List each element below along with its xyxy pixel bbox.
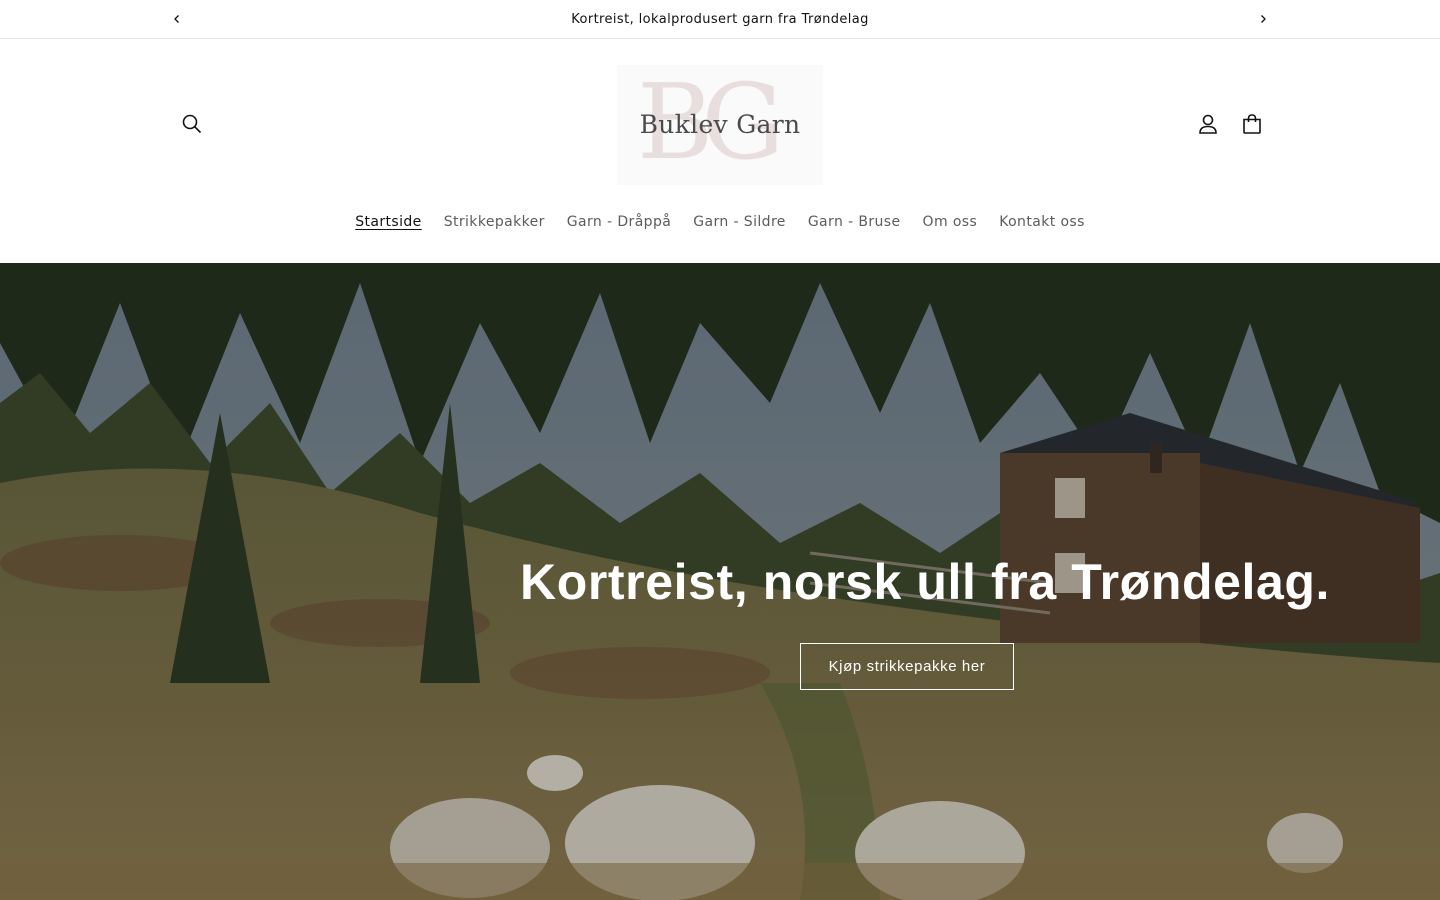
nav-item-garn-sildre[interactable]: Garn - Sildre bbox=[682, 214, 797, 230]
nav-item-garn-drappa[interactable]: Garn - Dråppå bbox=[556, 214, 682, 230]
hero-heading: Kortreist, norsk ull fra Trøndelag. bbox=[520, 554, 1331, 610]
nav-item-kontakt-oss[interactable]: Kontakt oss bbox=[988, 214, 1096, 230]
announcement-prev-button[interactable] bbox=[167, 9, 187, 29]
chevron-left-icon bbox=[174, 15, 179, 23]
logo-link[interactable]: BG Buklev Garn bbox=[617, 65, 823, 185]
search-icon bbox=[182, 114, 202, 134]
announcement-next-button[interactable] bbox=[1253, 9, 1273, 29]
nav-item-strikkepakker[interactable]: Strikkepakker bbox=[433, 214, 556, 230]
search-button[interactable] bbox=[170, 102, 214, 146]
site-header: BG Buklev Garn Startside Strikkepakker G… bbox=[0, 39, 1440, 263]
nav-item-garn-bruse[interactable]: Garn - Bruse bbox=[797, 214, 912, 230]
cart-button[interactable] bbox=[1230, 102, 1274, 146]
account-button[interactable] bbox=[1186, 102, 1230, 146]
chevron-right-icon bbox=[1261, 15, 1266, 23]
announcement-text: Kortreist, lokalprodusert garn fra Trønd… bbox=[571, 11, 869, 27]
nav-item-startside[interactable]: Startside bbox=[344, 214, 432, 230]
announcement-bar: Kortreist, lokalprodusert garn fra Trønd… bbox=[0, 0, 1440, 39]
hero-banner: Kortreist, norsk ull fra Trøndelag. Kjøp… bbox=[0, 263, 1440, 900]
nav-item-om-oss[interactable]: Om oss bbox=[912, 214, 989, 230]
shop-knitting-kit-button[interactable]: Kjøp strikkepakke her bbox=[800, 643, 1014, 690]
user-icon bbox=[1199, 114, 1217, 134]
main-nav: Startside Strikkepakker Garn - Dråppå Ga… bbox=[0, 209, 1440, 235]
logo-name: Buklev Garn bbox=[639, 110, 801, 139]
bag-icon bbox=[1243, 114, 1261, 134]
